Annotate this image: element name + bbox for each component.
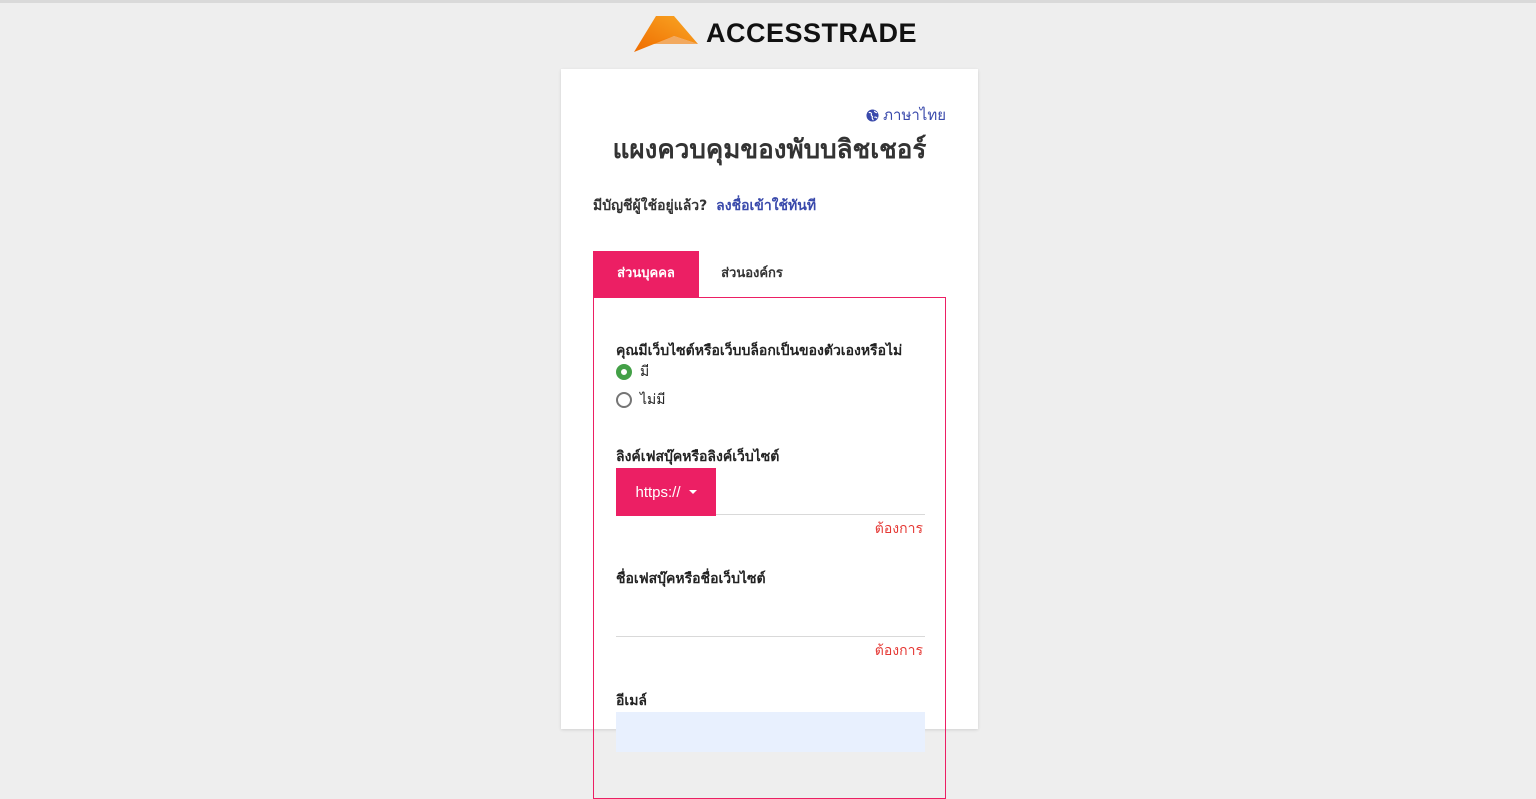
radio-option-label: ไม่มี	[640, 392, 666, 408]
language-label: ภาษาไทย	[883, 106, 946, 124]
link-field-label: ลิงค์เฟสบุ๊คหรือลิงค์เว็บไซต์	[616, 449, 780, 465]
protocol-dropdown-button[interactable]: https://	[616, 468, 716, 516]
registration-card: ภาษาไทย แผงควบคุมของพับบลิชเชอร์ มีบัญชี…	[561, 69, 978, 799]
brand-name: ACCESSTRADE	[706, 17, 918, 48]
individual-form-panel: คุณมีเว็บไซต์หรือเว็บบล็อกเป็นของตัวเองห…	[593, 297, 946, 799]
radio-unchecked-icon[interactable]	[616, 392, 632, 408]
brand-logo: ACCESSTRADE	[634, 13, 917, 53]
email-input[interactable]	[616, 712, 925, 752]
signin-prompt: มีบัญชีผู้ใช้อยู่แล้ว? ลงชื่อเข้าใช้ทันท…	[593, 195, 816, 217]
accesstrade-mountain-logo-icon	[634, 16, 698, 52]
page-title: แผงควบคุมของพับบลิชเชอร์	[612, 135, 927, 165]
signin-link[interactable]: ลงชื่อเข้าใช้ทันที	[716, 198, 816, 214]
tab-individual[interactable]: ส่วนบุคคล	[593, 251, 699, 297]
site-name-input[interactable]	[616, 590, 925, 637]
radio-option-no[interactable]: ไม่มี	[616, 389, 666, 411]
radio-option-yes[interactable]: มี	[616, 361, 649, 383]
top-border	[0, 0, 1536, 3]
language-switcher[interactable]: ภาษาไทย	[866, 103, 946, 127]
signin-prompt-text: มีบัญชีผู้ใช้อยู่แล้ว?	[593, 198, 708, 214]
protocol-value: https://	[635, 483, 681, 501]
radio-checked-icon[interactable]	[616, 364, 632, 380]
radio-option-label: มี	[640, 364, 650, 380]
has-website-question: คุณมีเว็บไซต์หรือเว็บบล็อกเป็นของตัวเองห…	[616, 343, 903, 359]
link-required-error: ต้องการ	[874, 521, 923, 537]
caret-down-icon	[688, 490, 697, 494]
name-field-label: ชื่อเฟสบุ๊คหรือชื่อเว็บไซต์	[616, 571, 766, 587]
link-input[interactable]	[716, 468, 925, 515]
name-required-error: ต้องการ	[874, 643, 923, 659]
tab-organization[interactable]: ส่วนองค์กร	[699, 251, 805, 297]
email-field-label: อีเมล์	[616, 693, 648, 709]
globe-icon	[866, 108, 879, 122]
